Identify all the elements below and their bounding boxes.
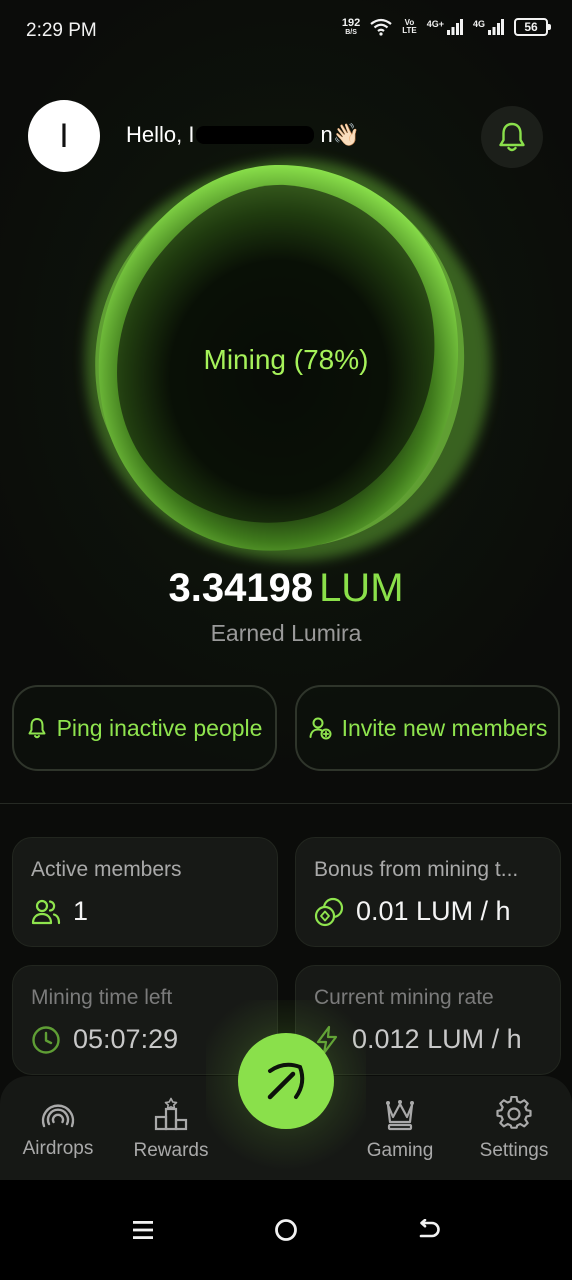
status-time: 2:29 PM <box>26 20 97 41</box>
stat-value: 1 <box>73 896 89 926</box>
nav-label: Airdrops <box>22 1138 94 1159</box>
section-divider <box>0 803 572 804</box>
invite-members-button[interactable]: Invite new members <box>295 685 560 771</box>
nav-label: Gaming <box>366 1140 434 1161</box>
gear-icon <box>496 1096 532 1129</box>
ping-inactive-label: Ping inactive people <box>56 714 263 741</box>
mining-status-label: Mining (78%) <box>203 344 369 375</box>
nav-gaming[interactable]: Gaming <box>360 1098 440 1162</box>
stat-card-active-members: Active members 1 <box>12 837 278 947</box>
network-speed-unit: B/S <box>345 29 357 36</box>
volte-indicator: Vo LTE <box>402 19 417 35</box>
bell-icon <box>28 718 46 739</box>
nav-settings[interactable]: Settings <box>472 1096 556 1162</box>
clock-icon <box>32 1025 60 1054</box>
stat-value-row: 1 <box>31 896 88 927</box>
stat-value-row: 05:07:29 <box>31 1024 178 1055</box>
podium-icon <box>154 1097 188 1131</box>
earned-caption: Earned Lumira <box>210 620 362 646</box>
system-nav-bar <box>0 1180 572 1280</box>
stat-value: 0.012 LUM / h <box>352 1024 522 1054</box>
battery-level: 56 <box>524 20 538 34</box>
users-icon <box>31 899 61 924</box>
ping-inactive-button[interactable]: Ping inactive people <box>12 685 277 771</box>
redacted-name <box>196 126 315 144</box>
back-icon <box>419 1219 440 1238</box>
network-speed-value: 192 <box>341 17 361 29</box>
stat-value: 05:07:29 <box>73 1024 179 1054</box>
recent-apps-button[interactable] <box>123 1210 163 1250</box>
add-user-icon <box>309 717 332 740</box>
stat-title: Bonus from mining t... <box>314 858 519 881</box>
airdrop-icon <box>41 1104 75 1128</box>
signal-bars-icon <box>488 19 504 35</box>
network-speed: 192 B/S <box>341 17 361 37</box>
stat-card-bonus: Bonus from mining t... 0.01 LUM / h <box>295 837 561 947</box>
invite-members-label: Invite new members <box>341 714 548 741</box>
sim1-label: 4G+ <box>426 19 444 29</box>
chess-queen-icon <box>386 1100 414 1131</box>
volte-bottom: LTE <box>402 26 417 35</box>
stat-title: Active members <box>31 858 182 881</box>
mine-button[interactable] <box>238 1033 334 1129</box>
nav-airdrops[interactable]: Airdrops <box>16 1096 100 1160</box>
stat-value-row: 0.01 LUM / h <box>314 896 511 927</box>
coins-icon <box>314 897 344 926</box>
menu-icon <box>133 1221 153 1239</box>
wifi-icon <box>370 18 392 36</box>
home-button[interactable] <box>266 1210 306 1250</box>
home-circle-icon <box>275 1219 297 1241</box>
earned-amount-value: 3.34198 <box>168 566 314 610</box>
nav-label: Rewards <box>133 1140 209 1161</box>
nav-rewards[interactable]: Rewards <box>128 1096 214 1162</box>
stat-value: 0.01 LUM / h <box>356 896 511 926</box>
signal-bars-icon <box>446 19 463 35</box>
status-bar: 2:29 PM 192 B/S Vo LTE 4G+ 4G 56 <box>0 0 572 64</box>
earned-amount-unit: LUM <box>319 566 404 610</box>
status-icons: 192 B/S Vo LTE 4G+ 4G 56 <box>341 17 551 37</box>
sim2-label: 4G <box>472 19 485 29</box>
pickaxe-icon <box>267 1062 305 1100</box>
nav-label: Settings <box>479 1140 549 1161</box>
signal-icon-2: 4G <box>473 19 504 35</box>
signal-icon: 4G+ <box>427 19 463 35</box>
earned-amount: 3.34198 LUM <box>0 566 572 611</box>
back-button[interactable] <box>409 1210 449 1250</box>
battery-icon: 56 <box>514 18 551 36</box>
